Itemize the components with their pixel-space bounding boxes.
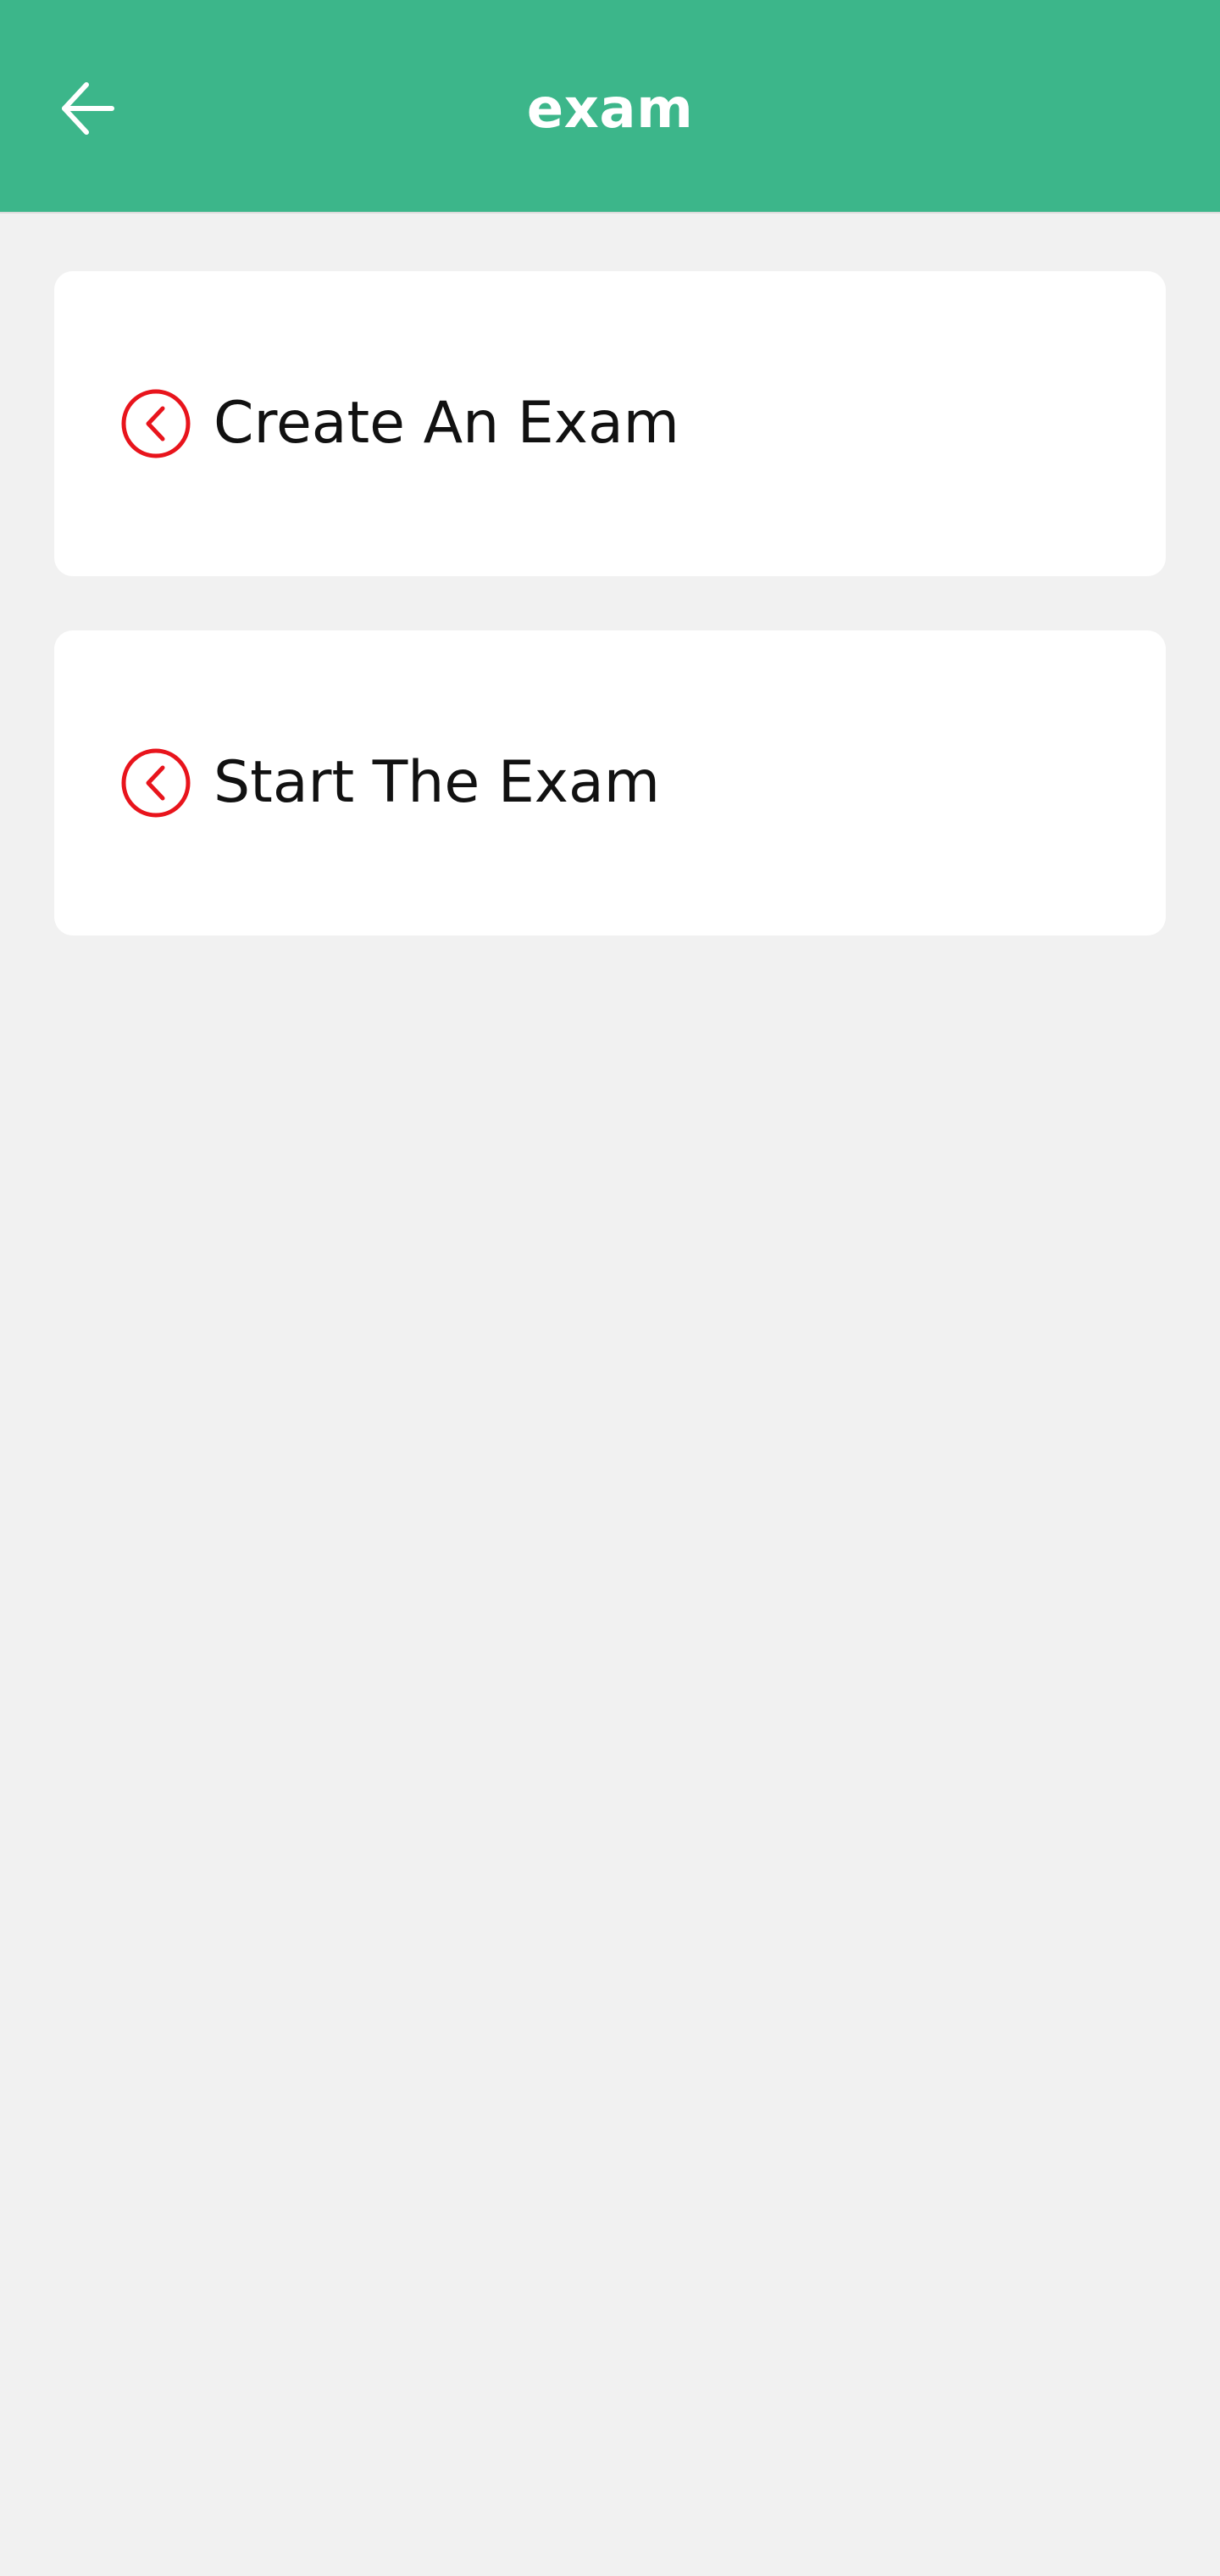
create-exam-label: Create An Exam [214, 390, 679, 457]
start-exam-card[interactable]: Start The Exam [54, 630, 1166, 935]
page-title: exam [526, 78, 694, 141]
menu-list: Create An Exam Start The Exam [54, 271, 1166, 990]
start-exam-label: Start The Exam [214, 749, 660, 816]
app-bar: exam [0, 0, 1220, 214]
create-exam-card[interactable]: Create An Exam [54, 271, 1166, 576]
chevron-left-circle-icon [120, 747, 191, 819]
chevron-left-circle-icon [120, 388, 191, 459]
